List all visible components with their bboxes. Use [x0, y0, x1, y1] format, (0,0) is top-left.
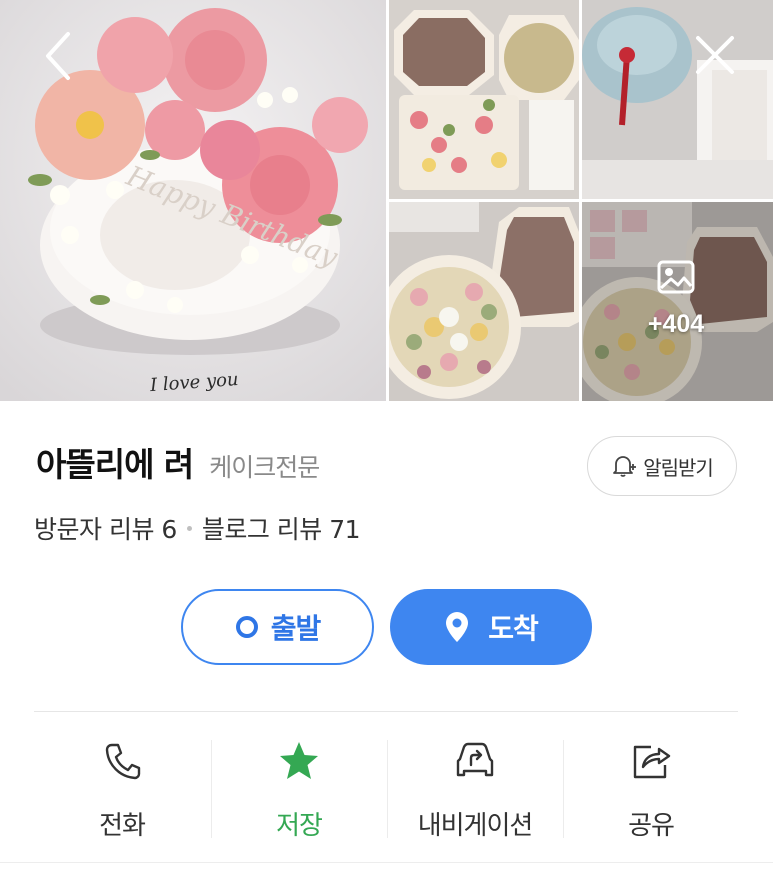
back-button[interactable] [30, 28, 86, 84]
call-label: 전화 [99, 811, 146, 841]
origin-dot-icon [235, 616, 258, 638]
share-button[interactable]: 공유 [563, 725, 739, 845]
bottom-divider [0, 862, 773, 863]
bell-plus-icon [613, 456, 637, 477]
share-label: 공유 [628, 811, 675, 841]
share-icon [633, 745, 671, 779]
save-button[interactable]: 저장 [211, 725, 387, 845]
navigation-label: 내비게이션 [417, 811, 534, 841]
place-title-row: 아뜰리에 려 케이크전문 [36, 438, 320, 488]
blog-review-link[interactable]: 블로그 리뷰 71 [202, 510, 361, 546]
section-divider [34, 711, 738, 712]
visitor-review-link[interactable]: 방문자 리뷰 6 [34, 510, 177, 546]
photo-gallery: Happy Birthday I love you +404 [0, 0, 773, 401]
save-label: 저장 [276, 811, 323, 841]
notify-label: 알림받기 [643, 455, 714, 480]
route-start-button[interactable]: 출발 [181, 589, 374, 665]
chevron-left-icon [46, 32, 70, 80]
place-name: 아뜰리에 려 [36, 445, 194, 484]
route-destination-label: 도착 [488, 612, 539, 645]
map-pin-icon [446, 612, 469, 642]
route-destination-button[interactable]: 도착 [390, 589, 592, 665]
route-start-label: 출발 [270, 612, 322, 645]
more-photos-count: +404 [647, 310, 705, 338]
navigation-button[interactable]: 내비게이션 [387, 725, 563, 845]
star-icon [280, 742, 318, 779]
phone-icon [105, 743, 141, 780]
notify-button[interactable]: 알림받기 [587, 436, 737, 496]
close-button[interactable] [686, 28, 742, 84]
call-button[interactable]: 전화 [34, 725, 210, 845]
thumb-wrapped-gift[interactable] [582, 0, 773, 199]
image-icon [657, 260, 695, 294]
place-category: 케이크전문 [209, 453, 320, 482]
separator-dot [186, 525, 192, 531]
car-navigation-icon [456, 742, 494, 777]
close-icon [696, 36, 734, 74]
review-row: 방문자 리뷰 6 블로그 리뷰 71 [34, 510, 361, 546]
more-photos-button[interactable]: +404 [626, 258, 726, 348]
thumb-rice-cake-flowers[interactable] [389, 202, 579, 401]
thumb-tteok-boxes[interactable] [389, 0, 579, 199]
